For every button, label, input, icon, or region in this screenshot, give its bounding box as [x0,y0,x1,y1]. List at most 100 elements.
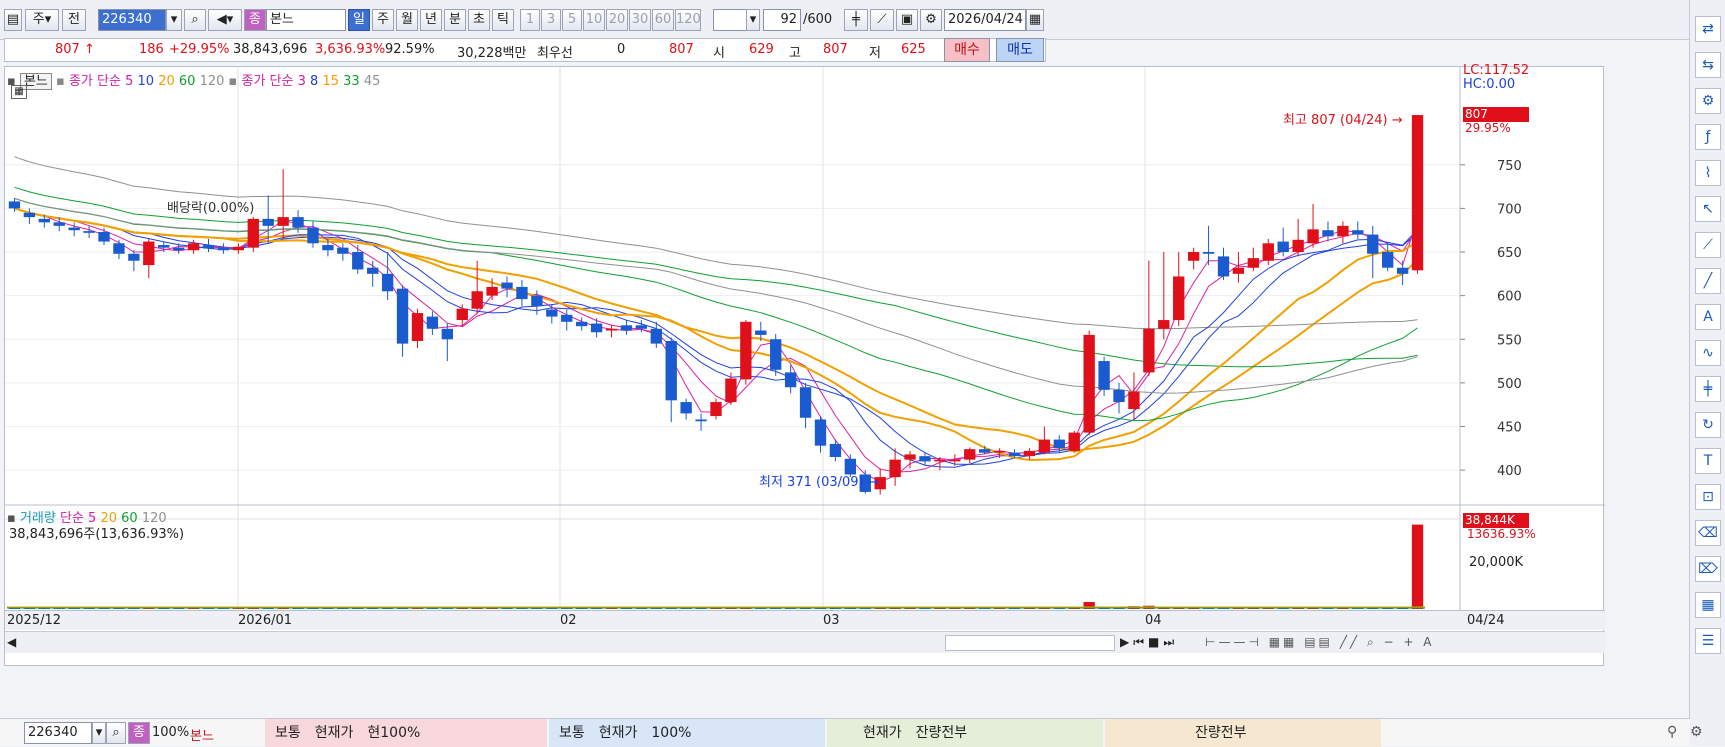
candle-icon[interactable]: ╪ [1695,376,1721,402]
zoom-controls[interactable]: ⊢——⊣ ▦▦ ▤▤ ╱╱ ⌕ − + A [1205,635,1434,650]
bid-label: 최우선 [537,46,573,61]
indicator-icon[interactable]: ⌇ [1695,160,1721,186]
legend-ma1-0: 5 [125,74,134,89]
chevron-down-icon[interactable]: ▾ [166,9,182,31]
layout-icon[interactable]: ▤ [4,9,22,31]
eraser-all-icon[interactable]: ⌦ [1695,556,1721,582]
candle-body [113,243,125,254]
bottom-code-input[interactable]: 226340 [24,722,92,744]
panel-ask[interactable]: 보통 현재가 100% [549,719,825,747]
trend-icon[interactable]: ⟋ [1695,232,1721,258]
legend-ma2-1: 8 [310,74,319,89]
candle-body [8,201,21,209]
date-3: 03 [823,613,840,628]
panel-bid[interactable]: 보통 현재가 현100% [265,719,547,747]
stock-name[interactable]: 본느 [266,9,346,31]
price-tick-label: 700 [1497,202,1522,217]
swap-icon[interactable]: ⇄ [1695,16,1721,42]
date-4: 04 [1145,613,1162,628]
period-4[interactable]: 분 [444,9,466,31]
playback-controls[interactable]: ▶⏮■⏭ [1120,635,1178,650]
prev-button[interactable]: 전 [62,9,86,31]
minute-30[interactable]: 30 [629,9,651,31]
search-icon[interactable]: ⌕ [184,9,206,31]
table-icon[interactable]: ▦ [1695,592,1721,618]
candle-body [755,330,767,335]
candle-body [83,231,95,233]
text-icon[interactable]: T [1695,448,1721,474]
open-label: 시 [713,46,725,61]
line-icon[interactable]: ╱ [1695,268,1721,294]
chart-area[interactable]: 750 700 650 600 550 500 450 400 ▪ 본느 ▪ 종가 단순 5 … [4,63,1605,667]
minute-120[interactable]: 120 [675,9,701,31]
price-tick-label: 750 [1497,159,1522,174]
minute-1[interactable]: 1 [520,9,540,31]
count-input[interactable]: 92 [763,9,801,31]
candle-body [1008,452,1021,457]
minute-60[interactable]: 60 [652,9,674,31]
candle-body [1277,241,1289,253]
compare-icon[interactable]: ⇆ [1695,52,1721,78]
period-5[interactable]: 초 [468,9,490,31]
gear-icon[interactable]: ⚙ [920,9,942,31]
minute-5[interactable]: 5 [562,9,582,31]
list-icon[interactable]: ☰ [1695,628,1721,654]
legend-ma2-2: 15 [322,74,340,89]
formula-icon[interactable]: ƒ [1695,124,1721,150]
current-price-tag: 807 [1463,107,1529,122]
candle-body [650,328,662,344]
sell-button[interactable]: 매도 [996,38,1044,62]
candle-body [575,321,588,327]
period-6[interactable]: 틱 [492,9,514,31]
candle-body [337,247,349,254]
quote-volume: 38,843,696 [233,42,308,57]
arrow-icon[interactable]: ↻ [1695,412,1721,438]
candle-body [889,459,901,478]
candle-body [1038,439,1051,453]
price-tick-label: 650 [1497,246,1522,261]
chevron-down-icon[interactable]: ▾ [92,722,106,744]
candle-body [1053,439,1065,449]
period-3[interactable]: 년 [420,9,442,31]
calendar-icon[interactable]: ▦ [1026,9,1044,31]
scroll-left-icon[interactable]: ◀ [7,635,16,649]
search-icon[interactable]: ⌕ [106,722,126,744]
mode-select[interactable]: 주▾ [25,9,59,31]
table-icon[interactable]: ▦ [11,85,27,99]
gear-icon[interactable]: ⚙ [1690,724,1703,740]
code-input[interactable]: 226340 [98,9,166,31]
price-chart[interactable]: 750 700 650 600 550 500 450 400 [5,67,1605,667]
date-input[interactable]: 2026/04/24 [944,9,1026,31]
pin-icon[interactable]: ⚲ [1667,724,1677,740]
minute-10[interactable]: 10 [583,9,605,31]
minute-3[interactable]: 3 [541,9,561,31]
period-0[interactable]: 일 [348,9,370,31]
legend-ma2-3: 33 [343,74,360,89]
auto-icon[interactable]: A [1695,304,1721,330]
sound-icon[interactable]: ◀▾ [208,9,242,31]
gear-icon[interactable]: ⚙ [1695,88,1721,114]
panel-remain-all[interactable]: 잔량전부 [1105,719,1381,747]
panel-remain[interactable]: 현재가 잔량전부 [827,719,1103,747]
chevron-down-icon[interactable]: ▾ [746,9,760,31]
candle-body [187,243,200,251]
save-icon[interactable]: ▣ [896,9,918,31]
candle-body [292,217,304,228]
wave-icon[interactable]: ∿ [1695,340,1721,366]
candle-body [352,252,364,270]
box-icon[interactable]: ⊡ [1695,484,1721,510]
high-label: 고 [789,46,801,61]
candle-body [964,449,976,460]
candle-body [1083,334,1095,433]
candle-body [307,227,319,244]
eraser-icon[interactable]: ⌫ [1695,520,1721,546]
scroll-thumb[interactable] [945,635,1115,651]
buy-button[interactable]: 매수 [944,38,990,62]
minute-20[interactable]: 20 [606,9,628,31]
line-type-icon[interactable]: ⟋ [870,9,894,31]
count-total: /600 [803,12,833,27]
candle-type-icon[interactable]: ╪ [844,9,868,31]
period-1[interactable]: 주 [372,9,394,31]
period-2[interactable]: 월 [396,9,418,31]
cursor-icon[interactable]: ↖ [1695,196,1721,222]
